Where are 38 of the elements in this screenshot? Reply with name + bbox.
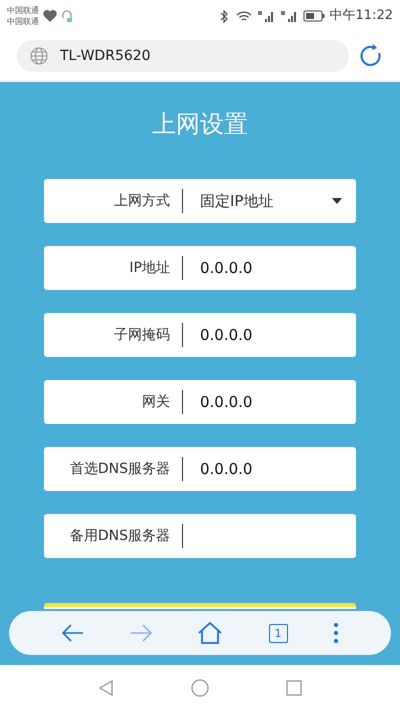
wifi-icon (236, 10, 252, 22)
value-input[interactable]: 0.0.0.0 (183, 313, 356, 357)
input-field[interactable]: 子网掩码 0.0.0.0 (44, 313, 356, 357)
home-icon[interactable] (190, 678, 210, 698)
value-input[interactable]: 0.0.0.0 (183, 246, 356, 290)
back-icon[interactable] (97, 679, 116, 697)
more-icon[interactable] (334, 623, 338, 643)
field-label: 网关 (141, 392, 171, 412)
field-label: 备用DNS服务器 (68, 526, 171, 546)
recents-icon[interactable] (284, 679, 303, 697)
clock: 中午11:22 (330, 7, 393, 26)
forward-arrow-icon[interactable] (130, 624, 152, 642)
input-field[interactable]: 备用DNS服务器 (44, 514, 356, 558)
heart-icon (43, 10, 57, 22)
input-field[interactable]: IP地址 0.0.0.0 (44, 246, 356, 290)
carrier-name: 中国联通 (7, 5, 39, 16)
refresh-icon[interactable] (359, 44, 383, 68)
value-input[interactable]: 0.0.0.0 (183, 380, 356, 424)
globe-icon (30, 47, 48, 65)
input-field[interactable]: 网关 0.0.0.0 (44, 380, 356, 424)
url-text: TL-WDR5620 (60, 46, 151, 66)
field-label: 上网方式 (113, 192, 171, 210)
field-label: IP地址 (128, 258, 171, 278)
address-bar[interactable]: TL-WDR5620 (17, 40, 349, 72)
select-field[interactable]: 上网方式 固定IP地址 (44, 179, 356, 223)
signal-icon (256, 10, 275, 22)
battery-icon (302, 10, 325, 22)
page-title: 上网设置 (151, 109, 249, 140)
signal-icon (280, 10, 298, 22)
home-icon[interactable] (198, 622, 222, 644)
tabs-button[interactable]: 1 (268, 624, 288, 642)
value-input[interactable]: 0.0.0.0 (183, 447, 356, 491)
input-field[interactable]: 首选DNS服务器 0.0.0.0 (44, 447, 356, 491)
back-arrow-icon[interactable] (62, 624, 84, 642)
carrier-name: 中国联通 (7, 16, 39, 27)
caret-icon (332, 198, 342, 204)
field-label: 子网掩码 (113, 326, 171, 344)
field-label: 首选DNS服务器 (68, 460, 171, 478)
